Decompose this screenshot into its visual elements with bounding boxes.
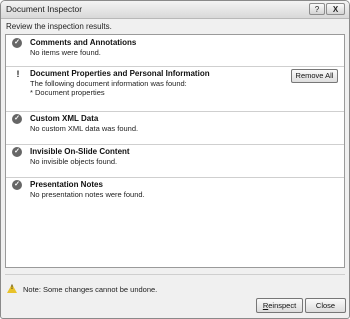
note-text: Note: Some changes cannot be undone. (23, 285, 158, 294)
remove-all-button[interactable]: Remove All (291, 69, 338, 83)
close-button[interactable]: Close (305, 298, 346, 313)
document-inspector-dialog: Document Inspector ? X Review the inspec… (0, 0, 350, 319)
result-title: Document Properties and Personal Informa… (30, 69, 210, 78)
result-detail: The following document information was f… (30, 79, 187, 88)
result-title: Comments and Annotations (30, 38, 137, 47)
check-circle-icon: ✓ (12, 180, 22, 190)
help-button[interactable]: ? (309, 3, 325, 15)
check-circle-icon: ✓ (12, 114, 22, 124)
warning-mark: ! (11, 285, 13, 291)
reinspect-label: einspect (268, 301, 297, 310)
close-icon: X (332, 5, 339, 14)
result-detail: No custom XML data was found. (30, 124, 139, 133)
result-detail: No presentation notes were found. (30, 190, 145, 199)
result-detail: No items were found. (30, 48, 101, 57)
title-close-button[interactable]: X (326, 3, 345, 15)
result-presentation-notes: ✓ Presentation Notes No presentation not… (6, 177, 344, 210)
result-comments-annotations: ✓ Comments and Annotations No items were… (6, 35, 344, 67)
result-title: Invisible On-Slide Content (30, 147, 130, 156)
dialog-title: Document Inspector (6, 4, 83, 14)
check-circle-icon: ✓ (12, 38, 22, 48)
footer-divider (5, 274, 345, 275)
title-bar[interactable]: Document Inspector ? X (1, 1, 349, 19)
reinspect-button[interactable]: Reinspect (256, 298, 303, 313)
result-detail-item: * Document properties (30, 88, 105, 97)
result-custom-xml: ✓ Custom XML Data No custom XML data was… (6, 111, 344, 145)
help-icon: ? (314, 5, 320, 14)
results-list[interactable]: ✓ Comments and Annotations No items were… (5, 34, 345, 268)
result-detail: No invisible objects found. (30, 157, 118, 166)
result-title: Presentation Notes (30, 180, 103, 189)
result-title: Custom XML Data (30, 114, 99, 123)
result-document-properties: ! Document Properties and Personal Infor… (6, 66, 344, 112)
check-circle-icon: ✓ (12, 147, 22, 157)
instruction-text: Review the inspection results. (6, 22, 112, 31)
result-invisible-content: ✓ Invisible On-Slide Content No invisibl… (6, 144, 344, 178)
exclamation-icon: ! (16, 69, 20, 79)
